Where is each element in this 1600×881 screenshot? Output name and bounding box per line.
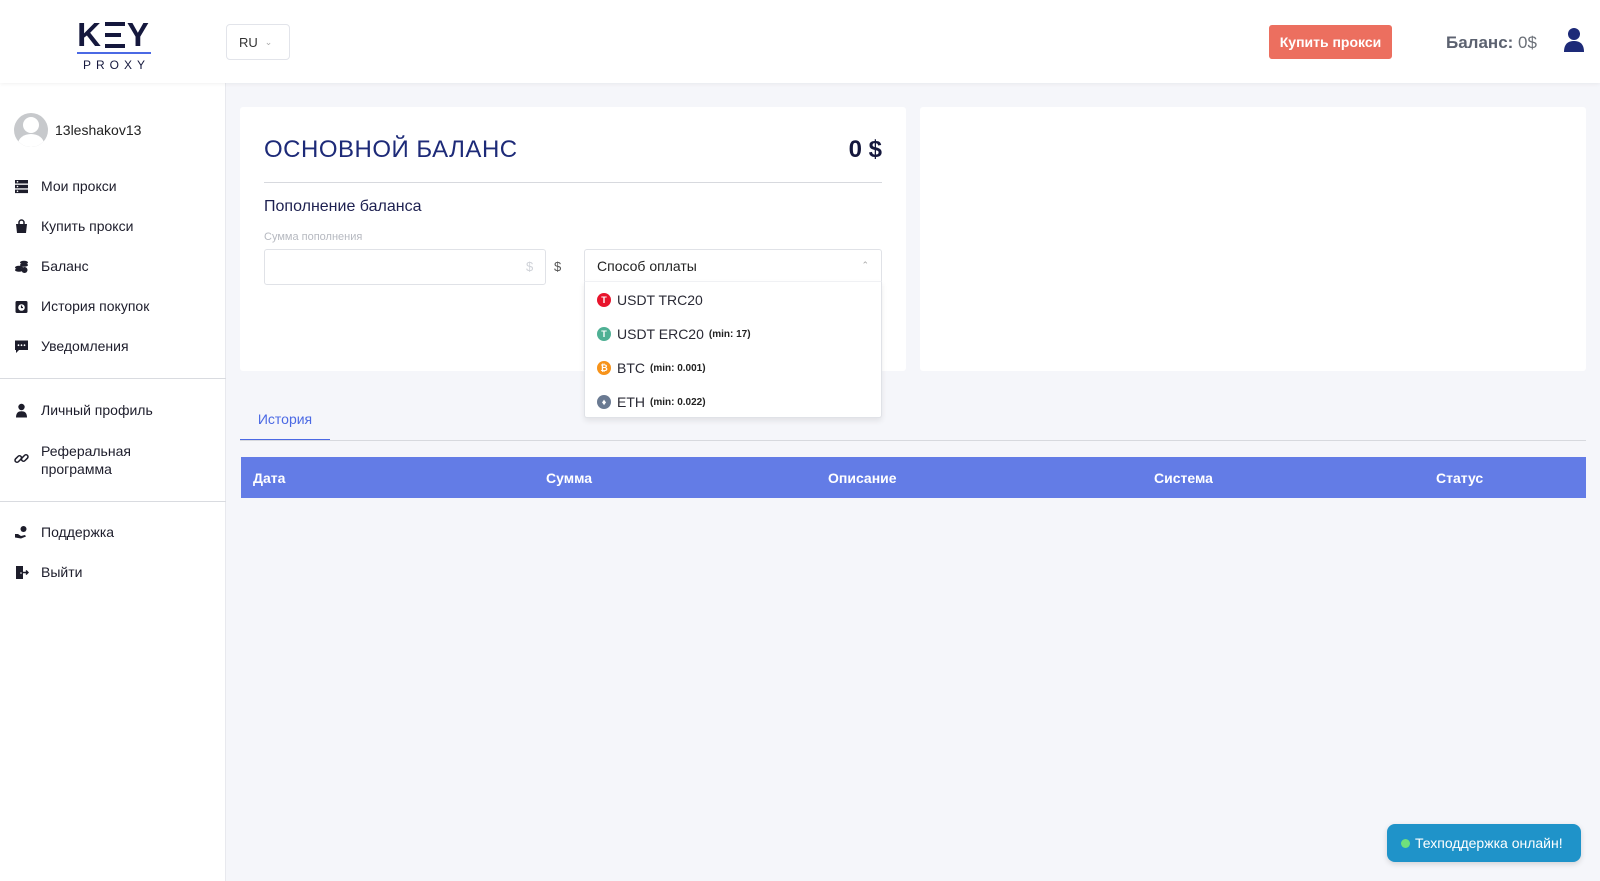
tabs-underline [240,440,1586,441]
column-system[interactable]: Система [1154,457,1213,498]
column-date[interactable]: Дата [253,457,285,498]
support-chat-button[interactable]: Техподдержка онлайн! [1387,824,1581,862]
sidebar-item-label: История покупок [41,298,150,314]
payment-option-eth[interactable]: ♦ ETH (min: 0.022) [597,394,706,410]
payment-option-usdt-trc20[interactable]: T USDT TRC20 [597,292,703,308]
header-balance-value: 0$ [1518,33,1537,52]
balance-amount: 0 $ [848,136,882,163]
sidebar-item-label: Баланс [41,258,89,274]
tab-history[interactable]: История [240,398,330,441]
column-description[interactable]: Описание [828,457,897,498]
online-status-dot [1401,838,1410,848]
logo[interactable]: KY PROXY [74,18,154,72]
sidebar: 13leshakov13 Мои прокси Купить прокси Ба… [0,83,226,881]
history-icon [14,299,29,314]
chevron-up-icon: ⌃ [861,260,869,270]
bitcoin-icon: ₿ [597,361,611,375]
payment-option-label: USDT ERC20 [617,326,704,342]
support-chat-label: Техподдержка онлайн! [1415,835,1563,851]
buy-proxy-button[interactable]: Купить прокси [1269,25,1392,59]
language-select[interactable]: RU ⌄ [226,24,290,60]
sidebar-item-logout[interactable]: Выйти [14,564,82,580]
link-icon [14,451,29,466]
side-panel [920,107,1586,371]
ethereum-icon: ♦ [597,395,611,409]
chat-icon [14,339,29,354]
topup-amount-input[interactable] [264,249,546,285]
payment-option-label: ETH [617,394,645,410]
sidebar-item-notifications[interactable]: Уведомления [14,338,129,354]
language-value: RU [239,34,258,50]
chevron-down-icon: ⌄ [264,36,273,47]
sidebar-item-label: Личный профиль [41,402,153,418]
column-status[interactable]: Статус [1436,457,1483,498]
payment-method-select[interactable]: Способ оплаты ⌃ [584,249,882,281]
payment-option-btc[interactable]: ₿ BTC (min: 0.001) [597,360,706,376]
logout-icon [14,565,29,580]
user-icon [14,403,29,418]
payment-option-min: (min: 0.022) [650,396,706,408]
avatar [14,113,48,147]
header: KY PROXY RU ⌄ Купить прокси Баланс: 0$ [0,0,1600,83]
sidebar-item-label: Поддержка [41,524,115,540]
sidebar-item-label: Выйти [41,564,83,580]
payment-option-label: USDT TRC20 [617,292,703,308]
username: 13leshakov13 [55,122,142,138]
sidebar-item-profile[interactable]: Личный профиль [14,402,153,418]
payment-option-usdt-erc20[interactable]: T USDT ERC20 (min: 17) [597,326,751,342]
tether-erc20-icon: T [597,327,611,341]
payment-option-min: (min: 17) [708,328,751,340]
sidebar-item-support[interactable]: Поддержка [14,524,114,540]
sidebar-item-label: Мои прокси [41,178,117,194]
coins-icon [14,259,29,274]
sidebar-item-label: Реферальная программа [41,443,131,477]
history-table-header: Дата Сумма Описание Система Статус [241,457,1586,498]
header-balance: Баланс: 0$ [1446,33,1537,53]
sidebar-divider [0,378,226,379]
sidebar-item-my-proxies[interactable]: Мои прокси [14,178,117,194]
tether-trc20-icon: T [597,293,611,307]
balance-divider [264,182,882,183]
payment-method-placeholder: Способ оплаты [597,257,697,274]
sidebar-item-label: Купить прокси [41,218,134,234]
amount-input-placeholder: $ [526,259,534,274]
sidebar-user[interactable]: 13leshakov13 [14,113,141,147]
currency-label: $ [554,259,562,274]
sidebar-item-label: Уведомления [41,338,129,354]
header-balance-label: Баланс: [1446,33,1514,52]
balance-title: ОСНОВНОЙ БАЛАНС [264,136,518,163]
payment-option-label: BTC [617,360,645,376]
logo-wordmark: KY [77,16,151,53]
shopping-bag-icon [14,218,29,234]
payment-option-min: (min: 0.001) [650,362,706,374]
sidebar-item-purchase-history[interactable]: История покупок [14,298,149,314]
topup-title: Пополнение баланса [264,198,422,215]
server-icon [14,179,29,194]
user-account-icon[interactable] [1563,27,1585,53]
sidebar-item-buy-proxy[interactable]: Купить прокси [14,218,133,234]
sidebar-item-referral[interactable]: Реферальная программа [14,442,161,478]
sidebar-item-balance[interactable]: Баланс [14,258,89,274]
column-amount[interactable]: Сумма [546,457,592,498]
hand-support-icon [14,525,29,540]
logo-subtitle: PROXY [82,58,150,72]
payment-method-dropdown: T USDT TRC20 T USDT ERC20 (min: 17) ₿ BT… [584,281,882,418]
sum-label: Сумма пополнения [264,231,363,243]
sidebar-divider [0,501,226,502]
